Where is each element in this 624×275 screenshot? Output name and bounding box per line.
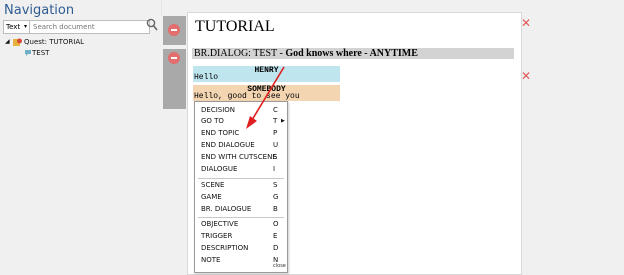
menu-item-br-dialogue[interactable]: BR. DIALOGUE B [195, 204, 287, 215]
collapse-triangle-icon[interactable]: ◢ [5, 38, 10, 45]
dialog-header: BR.DIALOG: TEST - God knows where - ANYT… [192, 48, 514, 59]
menu-close-button[interactable]: close [273, 263, 286, 269]
navigation-title: Navigation [4, 3, 75, 18]
menu-item-shortcut: G [273, 193, 279, 201]
quest-icon [13, 38, 22, 46]
menu-item-trigger[interactable]: TRIGGER E [195, 231, 287, 242]
menu-item-shortcut: I [273, 165, 276, 173]
dialogue-icon [25, 50, 31, 56]
menu-item-end-dialogue[interactable]: END DIALOGUE U [195, 140, 287, 151]
menu-item-label: TRIGGER [201, 232, 233, 240]
menu-item-shortcut: T [273, 117, 278, 125]
menu-item-shortcut: P [273, 129, 278, 137]
menu-item-label: DIALOGUE [201, 165, 238, 173]
dialogue-line: Hello [194, 73, 219, 82]
dialogue-block-henry[interactable]: HENRY Hello [193, 66, 340, 82]
submenu-arrow-icon: ▶ [281, 118, 285, 124]
document-title: TUTORIAL [195, 18, 275, 35]
dialogue-line: Hello, good to see you [194, 92, 300, 101]
menu-item-description[interactable]: DESCRIPTION D [195, 243, 287, 254]
menu-item-label: GO TO [201, 117, 224, 125]
menu-item-shortcut: D [273, 244, 279, 252]
close-icon[interactable]: ✕ [521, 17, 531, 29]
menu-item-label: SCENE [201, 181, 225, 189]
menu-item-dialogue[interactable]: DIALOGUE I [195, 164, 287, 175]
context-menu: DECISION C GO TO T ▶ END TOPIC P END DIA… [194, 101, 288, 273]
navigation-panel: Navigation Text ▾ ◢ Quest: TUTORIAL TEST [0, 0, 162, 273]
menu-item-shortcut: S [273, 153, 278, 161]
menu-item-label: NOTE [201, 256, 221, 264]
close-icon[interactable]: ✕ [521, 70, 531, 82]
search-input[interactable] [29, 20, 150, 34]
menu-item-objective[interactable]: OBJECTIVE O [195, 219, 287, 230]
menu-item-shortcut: S [273, 181, 278, 189]
menu-item-decision[interactable]: DECISION C [195, 105, 287, 116]
menu-item-end-with-cutscene[interactable]: END WITH CUTSCENE S [195, 152, 287, 163]
menu-item-shortcut: O [273, 220, 279, 228]
menu-item-scene[interactable]: SCENE S [195, 180, 287, 191]
search-icon[interactable] [146, 18, 158, 32]
menu-item-shortcut: C [273, 106, 278, 114]
menu-item-end-topic[interactable]: END TOPIC P [195, 128, 287, 139]
menu-item-label: OBJECTIVE [201, 220, 239, 228]
delete-block-button[interactable] [168, 24, 180, 36]
dialog-header-prefix: BR.DIALOG: TEST - [194, 48, 283, 59]
chevron-down-icon: ▾ [23, 23, 27, 30]
dialog-header-location: God knows where - ANYTIME [285, 48, 418, 59]
menu-item-shortcut: U [273, 141, 279, 149]
menu-separator [198, 178, 284, 179]
menu-item-go-to[interactable]: GO TO T ▶ [195, 116, 287, 127]
filter-dropdown-label: Text [6, 23, 21, 31]
filter-dropdown[interactable]: Text ▾ [3, 20, 30, 34]
menu-item-shortcut: B [273, 205, 278, 213]
menu-item-label: END TOPIC [201, 129, 240, 137]
menu-item-shortcut: E [273, 232, 278, 240]
menu-item-label: END WITH CUTSCENE [201, 153, 277, 161]
menu-item-label: DESCRIPTION [201, 244, 249, 252]
menu-item-label: DECISION [201, 106, 236, 114]
dialogue-block-somebody[interactable]: SOMEBODY Hello, good to see you [193, 85, 340, 101]
menu-item-label: GAME [201, 193, 222, 201]
delete-block-button[interactable] [168, 52, 180, 64]
menu-item-game[interactable]: GAME G [195, 192, 287, 203]
tree-item-label: TEST [32, 49, 50, 57]
menu-item-label: END DIALOGUE [201, 141, 255, 149]
tree-item-label: Quest: TUTORIAL [24, 38, 85, 46]
menu-item-label: BR. DIALOGUE [201, 205, 252, 213]
menu-separator [198, 217, 284, 218]
